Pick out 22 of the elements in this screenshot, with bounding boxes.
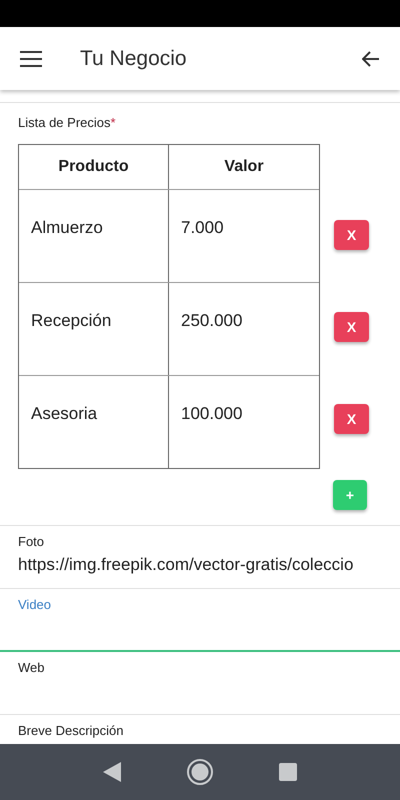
column-header: Producto: [19, 145, 169, 189]
required-mark: *: [110, 115, 116, 130]
table-cell-text: 250.000: [180, 310, 244, 332]
delete-button[interactable]: X: [334, 312, 369, 342]
input-field[interactable]: Foto https://img.freepik.com/vector-gratis/coleccio: [0, 526, 400, 589]
menu-icon[interactable]: [20, 50, 42, 66]
add-button[interactable]: +: [333, 480, 367, 510]
delete-button[interactable]: X: [334, 220, 369, 250]
table-cell: Asesoria: [19, 376, 169, 468]
app-title: Tu Negocio: [80, 46, 188, 70]
table-cell-text: 100.000: [180, 403, 244, 425]
back-arrow-icon[interactable]: [362, 50, 380, 66]
home-circle-icon[interactable]: [187, 759, 213, 785]
column-header: Valor: [223, 157, 265, 177]
input-field[interactable]: Video: [0, 589, 400, 652]
field-label: Lista de Precios: [18, 115, 110, 130]
table-cell-text: 7.000: [180, 217, 225, 239]
delete-button[interactable]: X: [334, 404, 369, 434]
input-field[interactable]: Web: [0, 652, 400, 715]
table-cell: Recepción: [19, 283, 169, 375]
table-cell: Almuerzo: [19, 190, 169, 282]
back-triangle-icon[interactable]: [103, 762, 121, 782]
